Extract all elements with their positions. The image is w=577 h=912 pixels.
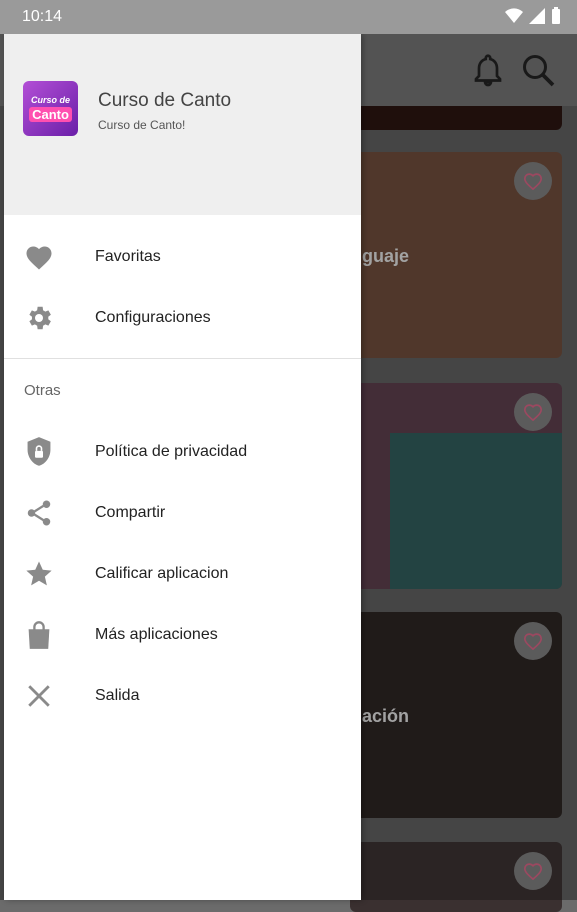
app-name: Curso de Canto	[98, 90, 232, 111]
menu-item-label: Calificar aplicacion	[95, 565, 229, 582]
menu-item-label: Compartir	[95, 504, 166, 521]
status-time: 10:14	[22, 8, 63, 25]
gear-icon	[22, 301, 56, 335]
menu-item-label: Salida	[95, 687, 140, 704]
menu-item-privacy-policy[interactable]: Política de privacidad	[4, 424, 361, 480]
wifi-icon	[505, 8, 523, 23]
shield-lock-icon	[22, 435, 56, 469]
menu-item-rate-app[interactable]: Calificar aplicacion	[4, 546, 361, 602]
shopping-bag-icon	[22, 618, 56, 652]
menu-item-label: Configuraciones	[95, 309, 211, 326]
menu-item-label: Más aplicaciones	[95, 626, 218, 643]
drawer-header: Curso de Canto Curso de Canto Curso de C…	[4, 34, 361, 215]
signal-icon	[529, 8, 545, 24]
status-bar: 10:14	[0, 0, 577, 34]
share-icon	[22, 496, 56, 530]
logo-text-top: Curso de	[30, 95, 70, 105]
menu-item-label: Política de privacidad	[95, 443, 248, 460]
logo-text-bottom: Canto	[29, 107, 72, 122]
battery-icon	[552, 7, 560, 24]
menu-item-label: Favoritas	[95, 248, 161, 265]
app-subtitle: Curso de Canto!	[98, 118, 186, 132]
star-icon	[22, 557, 56, 591]
section-title: Otras	[24, 382, 61, 399]
app-logo: Curso de Canto	[23, 81, 78, 136]
divider	[4, 358, 361, 359]
navigation-drawer: Curso de Canto Curso de Canto Curso de C…	[4, 34, 361, 900]
heart-icon	[22, 240, 56, 274]
status-icons	[505, 7, 561, 25]
menu-item-more-apps[interactable]: Más aplicaciones	[4, 607, 361, 663]
close-icon	[22, 679, 56, 713]
menu-item-configuraciones[interactable]: Configuraciones	[4, 290, 361, 346]
menu-item-favoritas[interactable]: Favoritas	[4, 229, 361, 285]
menu-item-share[interactable]: Compartir	[4, 485, 361, 541]
menu-item-exit[interactable]: Salida	[4, 668, 361, 724]
